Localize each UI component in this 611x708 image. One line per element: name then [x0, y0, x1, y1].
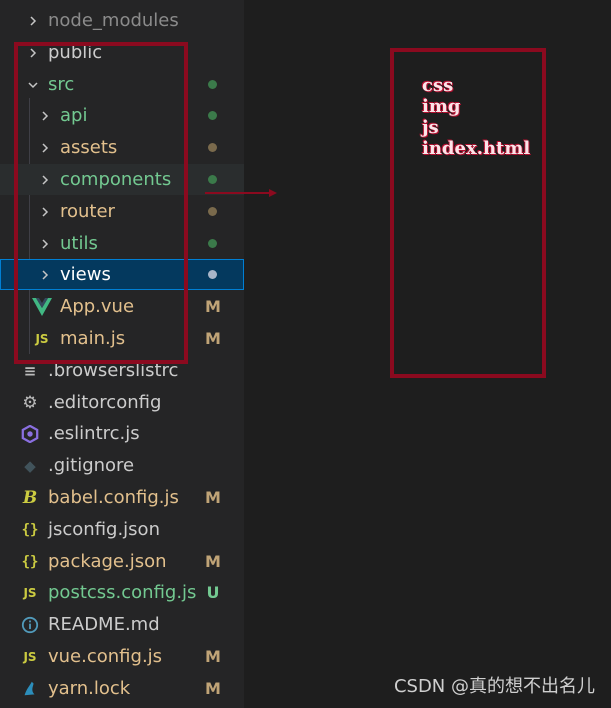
item-label: .gitignore	[48, 455, 135, 476]
item-label: babel.config.js	[48, 487, 179, 508]
file-row-yarn-lock[interactable]: yarn.lock M	[0, 673, 244, 704]
watermark: CSDN @真的想不出名儿	[393, 676, 595, 697]
git-status-dot	[208, 175, 217, 184]
file-row-jsconfig-json[interactable]: {} jsconfig.json	[0, 514, 244, 545]
gear-icon: ⚙	[22, 392, 38, 413]
eslint-icon	[20, 424, 40, 444]
folder-row-node-modules[interactable]: node_modules	[0, 5, 244, 36]
git-status-badge: M	[205, 488, 221, 507]
dist-item: js	[422, 117, 439, 138]
file-row-vue-config-js[interactable]: JS vue.config.js M	[0, 641, 244, 672]
info-icon	[20, 615, 40, 635]
json-icon: {}	[21, 521, 39, 538]
dist-file-list: css img js index.html	[422, 75, 530, 159]
git-status-badge: M	[205, 329, 221, 348]
file-row-editorconfig[interactable]: ⚙ .editorconfig	[0, 387, 244, 418]
item-label: vue.config.js	[48, 646, 163, 667]
item-label: node_modules	[48, 10, 179, 31]
git-status-badge: M	[205, 552, 221, 571]
item-label: .editorconfig	[48, 392, 162, 413]
git-status-dot	[208, 207, 217, 216]
file-row-package-json[interactable]: {} package.json M	[0, 546, 244, 577]
git-status-badge: M	[205, 679, 221, 698]
babel-icon: B	[22, 487, 38, 508]
json-icon: {}	[21, 553, 39, 570]
js-icon: JS	[23, 585, 37, 600]
file-row-gitignore[interactable]: ◆ .gitignore	[0, 450, 244, 481]
git-status-badge: M	[205, 647, 221, 666]
dist-item: index.html	[422, 138, 531, 159]
file-row-babel-config-js[interactable]: Bbabel.config.js M	[0, 482, 244, 513]
git-status-dot	[208, 143, 217, 152]
git-status-badge: U	[206, 583, 220, 602]
item-label: jsconfig.json	[48, 519, 160, 540]
git-status-dot	[208, 239, 217, 248]
git-status-badge: M	[205, 297, 221, 316]
git-status-dot	[208, 111, 217, 120]
item-label: package.json	[48, 551, 167, 572]
file-row-readme-md[interactable]: README.md	[0, 609, 244, 640]
git-icon: ◆	[24, 456, 36, 475]
item-label: postcss.config.js	[48, 582, 197, 603]
file-row-eslintrc-js[interactable]: .eslintrc.js	[0, 418, 244, 449]
dist-item: img	[422, 96, 461, 117]
item-label: README.md	[48, 614, 160, 635]
js-icon: JS	[23, 649, 37, 664]
src-highlight-box	[14, 42, 188, 364]
item-label: .eslintrc.js	[48, 423, 140, 444]
annotation-arrow	[205, 189, 277, 197]
dist-item: css	[422, 75, 454, 96]
yarn-icon	[20, 679, 40, 699]
git-status-dot	[208, 270, 217, 279]
file-row-postcss-config-js[interactable]: JS postcss.config.js U	[0, 577, 244, 608]
git-status-dot	[208, 80, 217, 89]
chevron-right-icon[interactable]	[26, 14, 40, 28]
item-label: yarn.lock	[48, 678, 131, 699]
